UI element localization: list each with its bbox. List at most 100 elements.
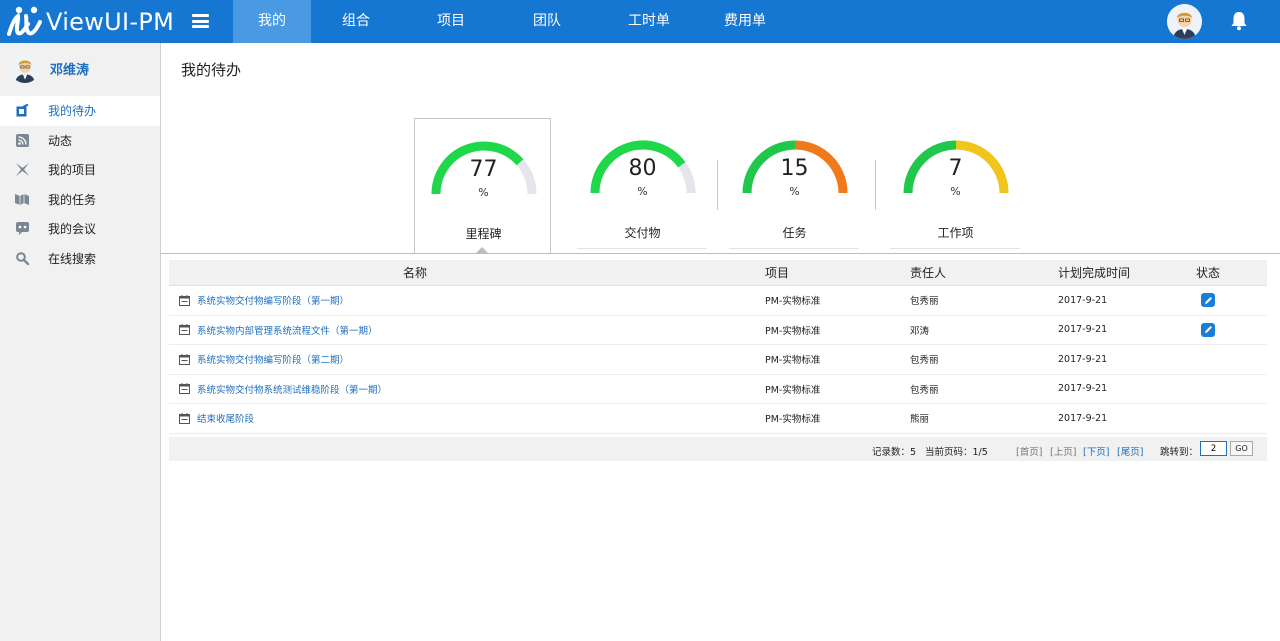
cell-status <box>1192 322 1267 337</box>
user-name: 邓维涛 <box>50 62 90 78</box>
user-profile[interactable]: 邓维涛 <box>10 53 89 83</box>
calendar-icon <box>179 324 190 336</box>
gauge-value: 80 <box>628 156 657 181</box>
todo-table: 名称 项目 责任人 计划完成时间 状态 系统实物交付物编写阶段（第一期） PM-实… <box>169 260 1267 434</box>
sidebar-item-online-search[interactable]: 在线搜索 <box>0 244 160 274</box>
last-page-link[interactable]: [尾页] <box>1117 444 1143 458</box>
cell-owner: 包秀丽 <box>910 384 939 396</box>
nav-item-mine[interactable]: 我的 <box>233 0 311 43</box>
meeting-icon <box>15 222 29 236</box>
avatar[interactable] <box>1167 4 1202 39</box>
task-name-link[interactable]: 系统实物交付物编写阶段（第一期） <box>197 293 349 307</box>
header-owner[interactable]: 责任人 <box>906 260 1054 285</box>
page-title: 我的待办 <box>181 61 242 79</box>
nav-item-expense[interactable]: 费用单 <box>705 0 785 43</box>
header-status[interactable]: 状态 <box>1192 260 1267 285</box>
logo-icon <box>7 6 42 36</box>
gauge-divider <box>890 248 1020 249</box>
gauge-separator <box>875 160 876 210</box>
record-count: 记录数：5 <box>872 447 917 458</box>
jump-label: 跳转到： <box>1160 447 1199 458</box>
nav-item-team[interactable]: 团队 <box>501 0 593 43</box>
task-name-link[interactable]: 系统实物交付物编写阶段（第二期） <box>197 352 349 366</box>
header-name[interactable]: 名称 <box>169 260 761 285</box>
sidebar-item-label: 我的待办 <box>48 104 97 119</box>
gauge-divider <box>577 248 707 249</box>
first-page-link[interactable]: [首页] <box>1016 444 1042 458</box>
task-name-link[interactable]: 系统实物内部管理系统流程文件（第一期） <box>197 323 378 337</box>
cell-owner: 包秀丽 <box>910 296 939 308</box>
gauge-value: 7 <box>948 156 963 181</box>
sidebar-item-label: 我的项目 <box>48 163 97 178</box>
go-button[interactable]: GO <box>1230 441 1253 456</box>
gauge-separator <box>717 160 718 210</box>
jump-page-input[interactable] <box>1200 441 1227 456</box>
header-due[interactable]: 计划完成时间 <box>1054 260 1192 285</box>
gauge-work-item[interactable]: 7 % 工作项 <box>887 118 1024 254</box>
calendar-icon <box>179 294 190 306</box>
gauge-task[interactable]: 15 % 任务 <box>726 118 863 254</box>
bell-icon[interactable] <box>1230 11 1248 31</box>
edit-icon[interactable] <box>1201 293 1215 308</box>
gauge-label: 任务 <box>782 226 807 240</box>
avatar <box>10 53 40 83</box>
cell-owner: 熊丽 <box>910 414 930 426</box>
sidebar-item-my-meetings[interactable]: 我的会议 <box>0 214 160 244</box>
sidebar: 邓维涛 我的待办 动态 我的项目 我的任务 我的会议 在线搜索 <box>0 43 161 641</box>
gauge-label: 工作项 <box>937 226 974 240</box>
cell-owner: 邓涛 <box>910 325 930 337</box>
table-header: 名称 项目 责任人 计划完成时间 状态 <box>169 260 1267 286</box>
table-row: 系统实物交付物编写阶段（第一期） PM-实物标准 包秀丽 2017-9-21 <box>169 286 1267 316</box>
sidebar-item-label: 动态 <box>48 133 73 148</box>
rss-icon <box>15 133 29 147</box>
pagination: 记录数：5 当前页码：1/5 [首页] [上页] [下页] [尾页] 跳转到： … <box>169 437 1267 461</box>
cell-name: 系统实物交付物编写阶段（第一期） <box>169 293 761 307</box>
table-row: 系统实物交付物编写阶段（第二期） PM-实物标准 包秀丽 2017-9-21 <box>169 345 1267 375</box>
task-name-link[interactable]: 系统实物交付物系统测试维稳阶段（第一期） <box>197 382 387 396</box>
cell-due-date: 2017-9-21 <box>1058 353 1108 365</box>
cell-name: 系统实物交付物系统测试维稳阶段（第一期） <box>169 382 761 396</box>
sidebar-item-label: 在线搜索 <box>48 251 97 266</box>
calendar-icon <box>179 412 190 424</box>
table-row: 结束收尾阶段 PM-实物标准 熊丽 2017-9-21 <box>169 404 1267 434</box>
next-page-link[interactable]: [下页] <box>1083 444 1109 458</box>
edit-icon[interactable] <box>1201 322 1215 337</box>
project-icon <box>15 163 29 177</box>
gauge-deliverable[interactable]: 80 % 交付物 <box>574 118 711 254</box>
cell-due-date: 2017-9-21 <box>1058 294 1108 306</box>
menu-toggle-icon[interactable] <box>192 14 209 28</box>
cell-name: 系统实物内部管理系统流程文件（第一期） <box>169 323 761 337</box>
sidebar-item-label: 我的会议 <box>48 222 97 237</box>
top-bar: ViewUI-PM 我的 组合 项目 团队 工时单 费用单 <box>0 0 1280 43</box>
header-project[interactable]: 项目 <box>761 260 906 285</box>
section-divider <box>161 253 1280 254</box>
cell-project: PM-实物标准 <box>765 325 821 337</box>
nav-item-project[interactable]: 项目 <box>401 0 501 43</box>
sidebar-item-my-tasks[interactable]: 我的任务 <box>0 185 160 215</box>
cell-due-date: 2017-9-21 <box>1058 383 1108 395</box>
gauge-unit: % <box>950 185 961 198</box>
gauge-milestone[interactable]: 77 % 里程碑 <box>414 118 551 254</box>
calendar-icon <box>179 353 190 365</box>
active-tab-caret-icon <box>476 247 488 253</box>
cell-project: PM-实物标准 <box>765 414 821 426</box>
prev-page-link[interactable]: [上页] <box>1050 444 1076 458</box>
sidebar-item-my-projects[interactable]: 我的项目 <box>0 155 160 185</box>
cell-owner: 包秀丽 <box>910 355 939 367</box>
nav-item-portfolio[interactable]: 组合 <box>311 0 401 43</box>
app-logo[interactable]: ViewUI-PM <box>6 4 174 39</box>
cell-due-date: 2017-9-21 <box>1058 324 1108 336</box>
avatar-image <box>1167 4 1202 39</box>
gauge-unit: % <box>637 185 648 198</box>
gauge-divider <box>729 248 859 249</box>
cell-name: 结束收尾阶段 <box>169 411 761 425</box>
sidebar-menu: 我的待办 动态 我的项目 我的任务 我的会议 在线搜索 <box>0 96 160 273</box>
gauge-label: 交付物 <box>624 226 661 240</box>
nav-item-timesheet[interactable]: 工时单 <box>593 0 705 43</box>
sidebar-item-my-todo[interactable]: 我的待办 <box>0 96 160 126</box>
app-name: ViewUI-PM <box>46 7 175 36</box>
task-name-link[interactable]: 结束收尾阶段 <box>197 411 254 425</box>
gauge-value: 77 <box>469 157 498 182</box>
todo-icon <box>15 104 29 118</box>
sidebar-item-activity[interactable]: 动态 <box>0 126 160 156</box>
